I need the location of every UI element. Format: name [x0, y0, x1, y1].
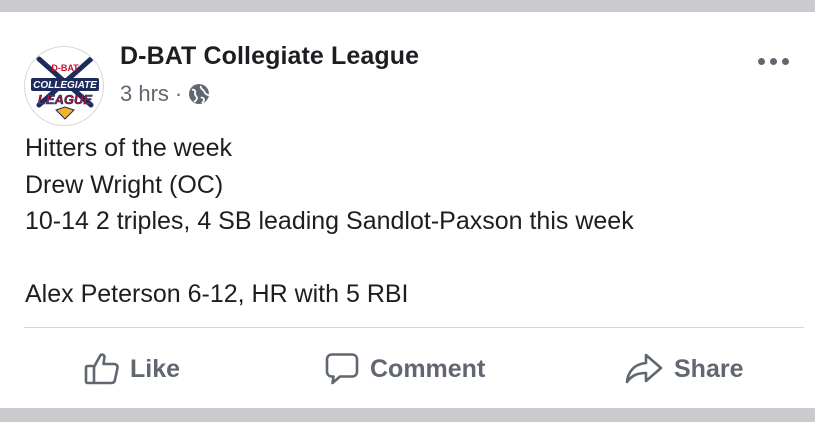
like-label: Like — [130, 354, 181, 383]
logo-collegiate-text: COLLEGIATE — [33, 80, 97, 91]
post-timestamp[interactable]: 3 hrs — [120, 81, 169, 107]
more-dot-icon — [769, 57, 777, 65]
comment-label: Comment — [370, 354, 486, 383]
feed-bottom-area — [0, 408, 815, 446]
post-actions-bar: Like Comment Share — [0, 346, 815, 392]
meta-separator: · — [174, 81, 183, 106]
page-avatar[interactable]: D-BAT COLLEGIATE LEAGUE — [24, 46, 104, 126]
post-line: Hitters of the week — [25, 134, 233, 162]
more-dot-icon — [781, 57, 789, 65]
logo-league-text: LEAGUE — [38, 92, 93, 107]
comment-icon — [324, 352, 360, 386]
globe-icon — [188, 83, 210, 105]
more-options-button[interactable] — [753, 52, 793, 70]
post-meta: 3 hrs · — [120, 80, 210, 108]
share-arrow-icon — [624, 352, 664, 386]
share-label: Share — [674, 354, 744, 383]
thumbs-up-icon — [84, 352, 120, 386]
share-button[interactable]: Share — [624, 346, 743, 392]
logo-dbat-text: D-BAT — [51, 63, 79, 73]
league-logo-icon: D-BAT COLLEGIATE LEAGUE — [31, 56, 99, 120]
comment-button[interactable]: Comment — [324, 346, 485, 392]
actions-divider — [24, 327, 804, 328]
post-line: Drew Wright (OC) — [25, 170, 224, 199]
post-line: 10-14 2 triples, 4 SB leading Sandlot-Pa… — [25, 207, 634, 235]
like-button[interactable]: Like — [84, 346, 180, 392]
post-line: Alex Peterson 6-12, HR with 5 RBI — [25, 280, 409, 308]
feed-separator-top — [0, 0, 815, 12]
page-name-link[interactable]: D-BAT Collegiate League — [120, 42, 419, 71]
post-card: D-BAT COLLEGIATE LEAGUE D-BAT Collegiate… — [0, 12, 815, 408]
more-dot-icon — [757, 57, 765, 65]
post-body: Hitters of the week Drew Wright (OC) 10-… — [25, 130, 634, 313]
post-line — [25, 240, 634, 277]
feed-separator-bottom — [0, 408, 815, 422]
